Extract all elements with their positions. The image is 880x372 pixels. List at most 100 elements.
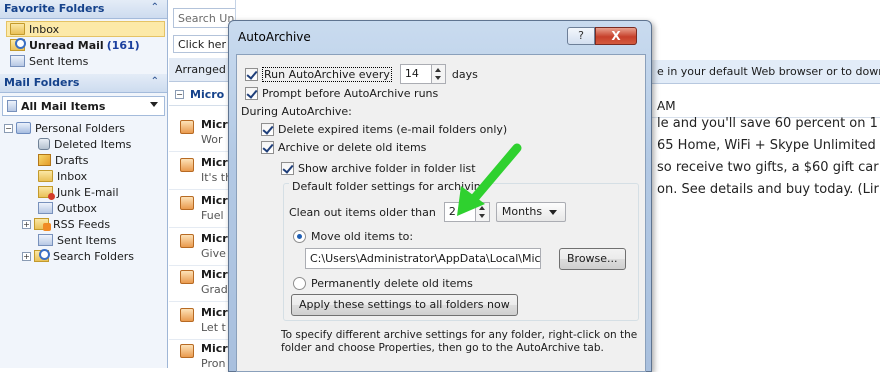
collapse-expander[interactable]: − bbox=[4, 123, 13, 133]
prompt-checkbox[interactable] bbox=[245, 87, 258, 100]
tree-outbox[interactable]: Outbox bbox=[4, 200, 167, 216]
click-here-bar[interactable]: Click her bbox=[173, 35, 235, 53]
message-preview: Pron bbox=[201, 357, 226, 368]
permanently-delete-radio[interactable] bbox=[293, 277, 306, 290]
mail-folders-title: Mail Folders bbox=[4, 76, 80, 89]
apply-all-folders-button[interactable]: Apply these settings to all folders now bbox=[291, 294, 518, 316]
prompt-label[interactable]: Prompt before AutoArchive runs bbox=[262, 87, 438, 100]
message-envelope-icon bbox=[180, 120, 194, 134]
list-item[interactable]: Micr It's th bbox=[169, 152, 235, 190]
tree-drafts[interactable]: Drafts bbox=[4, 152, 167, 168]
all-mail-items-label: All Mail Items bbox=[21, 99, 106, 113]
favorite-unread-mail[interactable]: Unread Mail (161) bbox=[0, 37, 167, 53]
tree-search-folders[interactable]: + Search Folders bbox=[4, 248, 167, 264]
message-group-header[interactable]: − Micro bbox=[169, 84, 235, 106]
message-sender: Micr bbox=[201, 306, 228, 319]
days-label: days bbox=[451, 67, 478, 81]
show-folder-checkbox[interactable] bbox=[281, 162, 294, 175]
tree-item-label: Drafts bbox=[55, 153, 89, 167]
tree-item-label: Deleted Items bbox=[54, 137, 132, 151]
delete-expired-label[interactable]: Delete expired items (e-mail folders onl… bbox=[278, 123, 507, 136]
message-envelope-icon bbox=[180, 234, 194, 248]
message-body-line: le and you'll save 60 percent on 1 bbox=[657, 116, 878, 131]
collapse-chevron-icon[interactable]: ⌃ bbox=[151, 76, 159, 87]
move-items-radio[interactable] bbox=[293, 230, 306, 243]
show-folder-label[interactable]: Show archive folder in folder list bbox=[298, 162, 476, 175]
dropdown-arrow-icon bbox=[150, 102, 158, 107]
message-sender: Micr bbox=[201, 342, 228, 355]
tree-item-label: Sent Items bbox=[57, 233, 117, 247]
personal-folders-label: Personal Folders bbox=[35, 121, 125, 135]
collapse-expander[interactable]: − bbox=[175, 90, 184, 99]
tree-personal-folders[interactable]: − Personal Folders bbox=[4, 120, 167, 136]
dialog-title: AutoArchive bbox=[238, 30, 311, 44]
expand-expander[interactable]: + bbox=[22, 219, 31, 229]
close-button[interactable]: X bbox=[595, 27, 637, 45]
message-preview: Give bbox=[201, 247, 226, 260]
tree-sent-items[interactable]: Sent Items bbox=[4, 232, 167, 248]
expand-expander[interactable]: + bbox=[22, 251, 31, 261]
group-label: Micro bbox=[190, 88, 225, 101]
move-items-row: Move old items to: bbox=[293, 230, 413, 243]
list-item[interactable]: Micr Give bbox=[169, 228, 235, 266]
list-item[interactable]: Micr Let t bbox=[169, 302, 235, 340]
favorite-sent-items[interactable]: Sent Items bbox=[0, 53, 167, 69]
run-every-input[interactable]: 14 bbox=[399, 64, 432, 84]
favorite-inbox[interactable]: Inbox bbox=[6, 21, 165, 37]
archive-path-value: C:\Users\Administrator\AppData\Local\Mic… bbox=[310, 252, 541, 265]
search-input[interactable]: Search Un bbox=[173, 8, 235, 28]
message-sender: Micr bbox=[201, 118, 228, 131]
browse-button[interactable]: Browse... bbox=[559, 248, 626, 270]
info-bar[interactable]: e in your default Web browser or to down bbox=[651, 60, 880, 84]
run-every-stepper[interactable]: 14 bbox=[399, 64, 446, 84]
collapse-chevron-icon[interactable]: ⌃ bbox=[151, 2, 159, 13]
clean-out-label: Clean out items older than bbox=[289, 205, 436, 219]
prompt-row: Prompt before AutoArchive runs bbox=[245, 87, 438, 100]
run-autoarchive-label[interactable]: Run AutoArchive every bbox=[262, 66, 392, 82]
show-folder-row: Show archive folder in folder list bbox=[281, 162, 476, 175]
favorite-folders-header[interactable]: Favorite Folders ⌃ bbox=[0, 0, 167, 19]
archive-path-field[interactable]: C:\Users\Administrator\AppData\Local\Mic… bbox=[305, 248, 541, 269]
mail-folders-header[interactable]: Mail Folders ⌃ bbox=[0, 74, 167, 93]
message-envelope-icon bbox=[180, 344, 194, 358]
tree-junk-email[interactable]: Junk E-mail bbox=[4, 184, 167, 200]
message-envelope-icon bbox=[180, 270, 194, 284]
message-time: AM bbox=[651, 96, 880, 118]
archive-delete-label[interactable]: Archive or delete old items bbox=[278, 141, 426, 154]
message-time-text: AM bbox=[657, 99, 676, 113]
arranged-by-header[interactable]: Arranged bbox=[169, 58, 235, 82]
archive-delete-checkbox[interactable] bbox=[261, 141, 274, 154]
tree-item-label: Search Folders bbox=[53, 249, 135, 263]
sent-items-icon bbox=[38, 234, 53, 246]
navigation-pane: Favorite Folders ⌃ Inbox Unread Mail (16… bbox=[0, 0, 168, 368]
message-sender: Micr bbox=[201, 232, 228, 245]
arranged-by-label: Arranged bbox=[175, 63, 226, 76]
tree-deleted-items[interactable]: Deleted Items bbox=[4, 136, 167, 152]
list-item[interactable]: Micr Fuel bbox=[169, 190, 235, 228]
favorite-inbox-label: Inbox bbox=[29, 22, 60, 36]
footer-instructions: To specify different archive settings fo… bbox=[281, 329, 638, 354]
move-items-label[interactable]: Move old items to: bbox=[311, 230, 413, 243]
mail-icon bbox=[7, 100, 17, 112]
list-item[interactable]: Micr Grad bbox=[169, 264, 235, 302]
dialog-body: Run AutoArchive every 14 days Prompt bef… bbox=[236, 54, 646, 372]
all-mail-items-dropdown[interactable]: All Mail Items bbox=[2, 96, 165, 116]
delete-expired-checkbox[interactable] bbox=[261, 123, 274, 136]
run-autoarchive-checkbox[interactable] bbox=[245, 67, 258, 81]
list-item[interactable]: Micr Pron bbox=[169, 338, 235, 368]
message-body-line: on. See details and buy today. (Lir bbox=[657, 182, 879, 197]
during-autoarchive-label: During AutoArchive: bbox=[241, 105, 352, 118]
tree-item-label: Inbox bbox=[57, 169, 88, 183]
tree-inbox[interactable]: Inbox bbox=[4, 168, 167, 184]
permanently-delete-label[interactable]: Permanently delete old items bbox=[311, 277, 473, 290]
sent-items-icon bbox=[10, 55, 25, 67]
search-folder-icon bbox=[34, 249, 50, 262]
spinner-arrows-icon[interactable] bbox=[431, 64, 446, 84]
arrow-shaft bbox=[468, 143, 522, 205]
help-button[interactable]: ? bbox=[567, 27, 595, 45]
list-item[interactable]: Micr Wor bbox=[169, 114, 235, 152]
autoarchive-dialog: AutoArchive ? X Run AutoArchive every 14… bbox=[228, 20, 652, 372]
tree-rss-feeds[interactable]: + RSS Feeds bbox=[4, 216, 167, 232]
search-folder-icon bbox=[10, 38, 26, 51]
message-preview: Grad bbox=[201, 283, 228, 296]
